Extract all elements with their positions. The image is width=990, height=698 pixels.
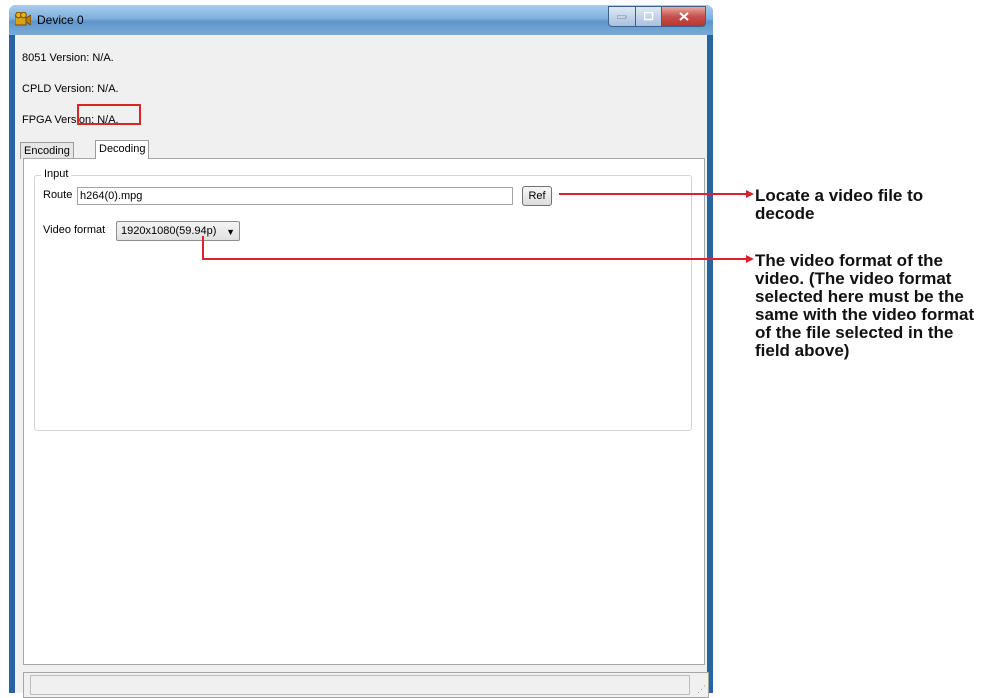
ref-callout-text: Locate a video file to decode — [755, 186, 924, 223]
ref-callout-arrowhead — [746, 190, 754, 198]
decoding-tab-highlight — [77, 104, 141, 125]
tab-decoding[interactable]: Decoding — [95, 140, 150, 159]
format-callout-line — [202, 236, 748, 260]
format-callout-arrowhead — [746, 255, 754, 263]
format-callout-text: The video format of the video. (The vide… — [755, 251, 975, 360]
